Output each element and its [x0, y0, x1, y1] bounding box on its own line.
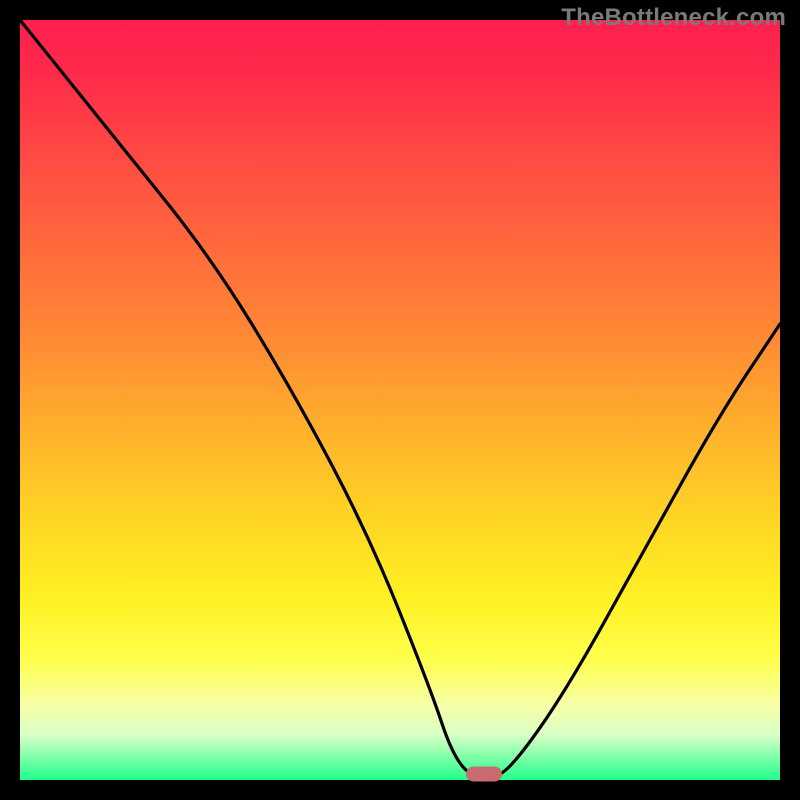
bottleneck-curve [20, 20, 780, 780]
optimal-marker [466, 766, 502, 781]
plot-area [20, 20, 780, 780]
chart-frame: TheBottleneck.com [0, 0, 800, 800]
watermark-text: TheBottleneck.com [561, 4, 786, 32]
curve-layer [20, 20, 780, 780]
